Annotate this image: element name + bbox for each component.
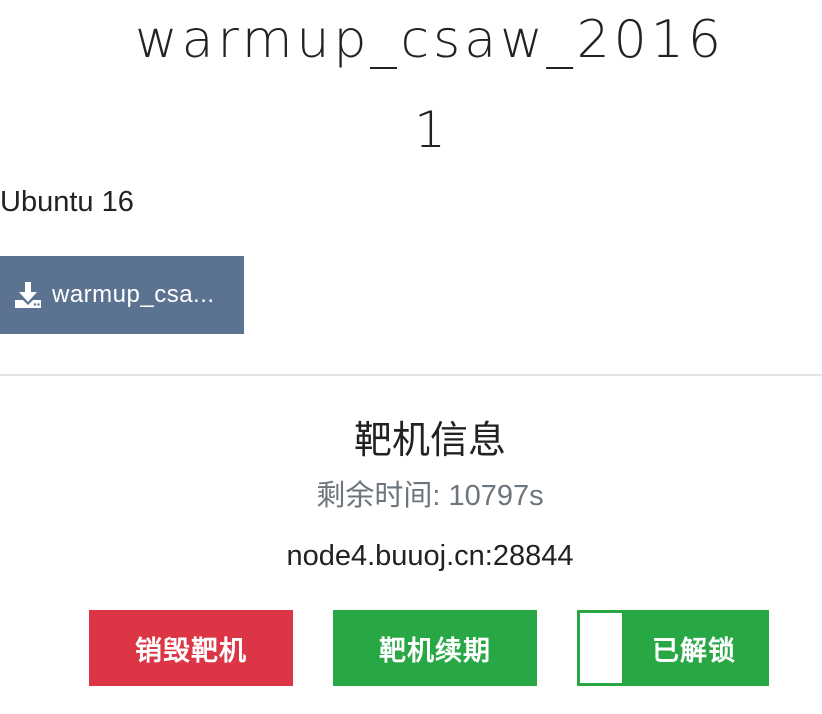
section-divider xyxy=(0,374,822,376)
download-file-button[interactable]: warmup_csa... xyxy=(0,256,244,334)
target-address: node4.buuoj.cn:28844 xyxy=(286,540,574,572)
time-remaining: 剩余时间: 10797s xyxy=(316,480,544,512)
unlocked-label: 已解锁 xyxy=(652,635,736,667)
download-file-label: warmup_csa... xyxy=(52,281,215,308)
challenge-modal: warmup_csaw_2016 1 Ubuntu 16 warmup_csa.… xyxy=(0,0,822,714)
download-icon xyxy=(14,280,42,310)
challenge-points: 1 xyxy=(414,101,446,159)
unlocked-toggle[interactable]: 已解锁 xyxy=(577,610,769,686)
challenge-description: Ubuntu 16 xyxy=(0,186,134,218)
renew-target-button[interactable]: 靶机续期 xyxy=(333,610,537,686)
challenge-title: warmup_csaw_2016 xyxy=(135,10,725,70)
toggle-knob xyxy=(580,613,622,683)
destroy-target-button[interactable]: 销毁靶机 xyxy=(89,610,293,686)
target-info-heading: 靶机信息 xyxy=(353,418,506,462)
